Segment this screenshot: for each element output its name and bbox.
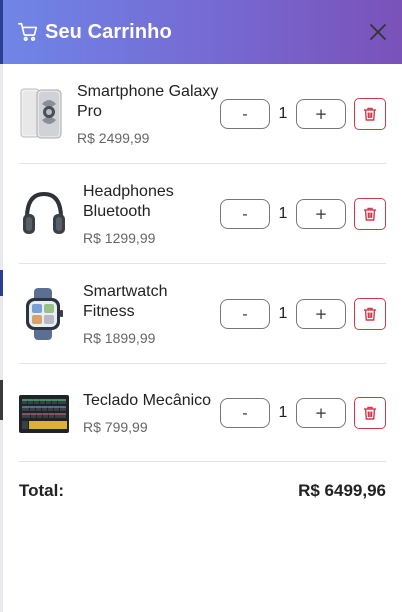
increase-quantity-button[interactable]: + — [296, 397, 346, 428]
product-name: Headphones Bluetooth — [83, 182, 174, 220]
quantity-controls: - 1 + — [220, 97, 386, 130]
cart-items-list: Smartphone Galaxy Pro R$ 2499,99 - 1 + H… — [3, 64, 402, 462]
quantity-controls: - 1 + — [220, 197, 386, 230]
product-name: Teclado Mecânico — [83, 391, 212, 409]
total-label: Total: — [19, 481, 65, 500]
remove-item-button[interactable] — [354, 297, 386, 330]
product-image-smartwatch — [19, 287, 69, 340]
cart-item: Smartphone Galaxy Pro R$ 2499,99 - 1 + — [19, 64, 386, 164]
keyboard-icon — [19, 394, 69, 433]
cart-title: Seu Carrinho — [45, 20, 172, 43]
trash-icon — [364, 406, 376, 420]
headphones-icon — [23, 191, 65, 234]
decrease-quantity-button[interactable]: - — [220, 397, 270, 428]
cart-item: Smartwatch Fitness R$ 1899,99 - 1 + — [19, 264, 386, 364]
close-icon[interactable] — [368, 22, 388, 42]
remove-item-button[interactable] — [354, 97, 386, 130]
remove-item-button[interactable] — [354, 396, 386, 429]
decrease-quantity-button[interactable]: - — [220, 198, 270, 229]
product-image-keyboard — [19, 387, 69, 439]
cart-item: Headphones Bluetooth R$ 1299,99 - 1 + — [19, 164, 386, 264]
product-price: R$ 799,99 — [83, 418, 148, 435]
product-name: Smartwatch Fitness — [83, 282, 168, 320]
product-price: R$ 2499,99 — [77, 129, 150, 146]
quantity-controls: - 1 + — [220, 297, 386, 330]
product-price: R$ 1299,99 — [83, 229, 156, 246]
trash-icon — [364, 207, 376, 221]
product-name: Smartphone Galaxy Pro — [77, 82, 219, 120]
product-price: R$ 1899,99 — [83, 329, 156, 346]
cart-drawer: Seu Carrinho Smartphone Galaxy Pro R$ 24… — [3, 0, 402, 612]
quantity-controls: - 1 + — [220, 396, 386, 429]
quantity-value: 1 — [278, 104, 288, 122]
trash-icon — [364, 307, 376, 321]
product-image-headphones — [19, 188, 69, 240]
product-info: Smartwatch Fitness R$ 1899,99 — [83, 282, 220, 346]
product-image-smartphone — [19, 88, 63, 140]
trash-icon — [364, 107, 376, 121]
smartphone-icon — [20, 88, 62, 138]
product-info: Smartphone Galaxy Pro R$ 2499,99 — [77, 82, 220, 146]
product-info: Teclado Mecânico R$ 799,99 — [83, 391, 220, 435]
smartwatch-icon — [26, 287, 63, 340]
decrease-quantity-button[interactable]: - — [220, 98, 270, 129]
total-value: R$ 6499,96 — [298, 481, 386, 500]
decrease-quantity-button[interactable]: - — [220, 298, 270, 329]
increase-quantity-button[interactable]: + — [296, 298, 346, 329]
cart-total: Total: R$ 6499,96 — [19, 462, 386, 520]
quantity-value: 1 — [278, 304, 288, 322]
remove-item-button[interactable] — [354, 197, 386, 230]
increase-quantity-button[interactable]: + — [296, 198, 346, 229]
quantity-value: 1 — [278, 204, 288, 222]
quantity-value: 1 — [278, 403, 288, 421]
increase-quantity-button[interactable]: + — [296, 98, 346, 129]
cart-icon — [18, 22, 38, 41]
cart-item: Teclado Mecânico R$ 799,99 - 1 + — [19, 364, 386, 462]
cart-header: Seu Carrinho — [3, 0, 402, 64]
product-info: Headphones Bluetooth R$ 1299,99 — [83, 182, 220, 246]
